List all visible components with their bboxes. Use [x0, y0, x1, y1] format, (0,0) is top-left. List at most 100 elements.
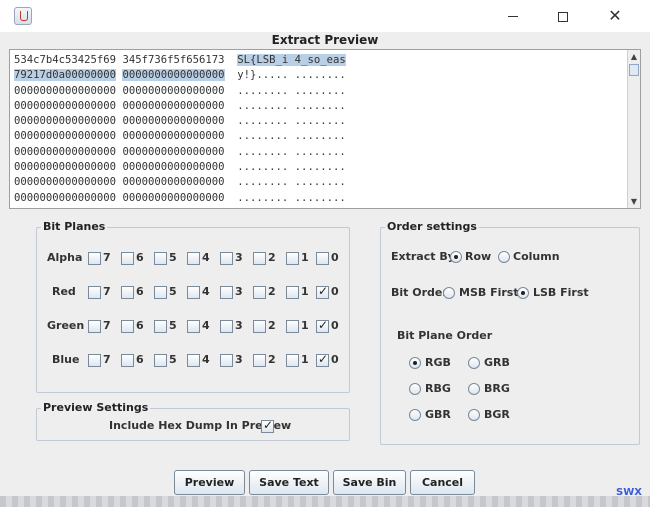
- bit-number-label: 5: [169, 285, 177, 298]
- bitplane-checkbox-red-4[interactable]: [187, 286, 200, 299]
- hex-left: 0000000000000000: [14, 99, 117, 112]
- bit-number-label: 1: [301, 319, 309, 332]
- hex-right: 0000000000000000: [122, 176, 225, 189]
- bitplane-checkbox-alpha-0[interactable]: [316, 252, 329, 265]
- plane-order-rbg-radio[interactable]: [409, 383, 421, 395]
- plane-order-brg-radio[interactable]: [468, 383, 480, 395]
- ascii-text: ........ ........: [237, 99, 346, 112]
- hex-left: 79217d0a00000000: [14, 69, 117, 82]
- preview-button[interactable]: Preview: [174, 470, 245, 495]
- close-button[interactable]: ✕: [592, 0, 638, 32]
- hex-left: 0000000000000000: [14, 176, 117, 189]
- bitplane-checkbox-blue-4[interactable]: [187, 354, 200, 367]
- bit-number-label: 4: [202, 251, 210, 264]
- dialog-heading: Extract Preview: [271, 33, 379, 47]
- bitplane-checkbox-green-4[interactable]: [187, 320, 200, 333]
- bitplane-checkbox-alpha-2[interactable]: [253, 252, 266, 265]
- bitplane-checkbox-blue-6[interactable]: [121, 354, 134, 367]
- ascii-text: ........ ........: [237, 130, 346, 143]
- plane-order-rgb-label: RGB: [425, 356, 451, 369]
- bitplane-checkbox-blue-1[interactable]: [286, 354, 299, 367]
- plane-order-grb-label: GRB: [484, 356, 510, 369]
- order-settings-title: Order settings: [385, 220, 479, 233]
- bitplane-checkbox-red-5[interactable]: [154, 286, 167, 299]
- bitplane-checkbox-green-6[interactable]: [121, 320, 134, 333]
- bitplane-checkbox-green-3[interactable]: [220, 320, 233, 333]
- ascii-text: ........ ........: [237, 145, 346, 158]
- bit-plane-order-label: Bit Plane Order: [397, 329, 493, 342]
- scroll-down-icon[interactable]: ▼: [628, 195, 640, 208]
- bitplane-checkbox-blue-2[interactable]: [253, 354, 266, 367]
- bitplane-checkbox-alpha-3[interactable]: [220, 252, 233, 265]
- bit-number-label: 4: [202, 319, 210, 332]
- bitplane-checkbox-green-0[interactable]: [316, 318, 329, 333]
- save-text-button[interactable]: Save Text: [249, 470, 329, 495]
- ascii-text: ........ ........: [237, 115, 346, 128]
- extract-by-column-radio[interactable]: [498, 251, 510, 263]
- preview-scrollbar[interactable]: ▲ ▼: [627, 50, 640, 208]
- bit-number-label: 6: [136, 285, 144, 298]
- preview-line: 0000000000000000 0000000000000000 ......…: [14, 175, 346, 190]
- bitplane-checkbox-red-2[interactable]: [253, 286, 266, 299]
- ascii-text: SL{LSB_i 4_so_eas: [237, 54, 346, 66]
- preview-line: 0000000000000000 0000000000000000 ......…: [14, 114, 346, 129]
- plane-order-rgb-radio[interactable]: [409, 357, 421, 369]
- background-strip: [0, 496, 650, 507]
- bitplane-checkbox-green-1[interactable]: [286, 320, 299, 333]
- bit-planes-title: Bit Planes: [41, 220, 108, 233]
- bitplane-checkbox-red-0[interactable]: [316, 284, 329, 299]
- bit-number-label: 5: [169, 353, 177, 366]
- bitplane-checkbox-green-7[interactable]: [88, 320, 101, 333]
- bit-number-label: 7: [103, 285, 111, 298]
- bitplane-checkbox-green-5[interactable]: [154, 320, 167, 333]
- bitplane-checkbox-alpha-4[interactable]: [187, 252, 200, 265]
- bitplane-row-label: Green: [47, 319, 85, 332]
- plane-order-grb-radio[interactable]: [468, 357, 480, 369]
- bitplane-checkbox-blue-7[interactable]: [88, 354, 101, 367]
- bitplane-checkbox-green-2[interactable]: [253, 320, 266, 333]
- bit-number-label: 2: [268, 319, 276, 332]
- scroll-thumb[interactable]: [629, 64, 639, 76]
- bit-number-label: 6: [136, 251, 144, 264]
- msb-first-radio[interactable]: [443, 287, 455, 299]
- preview-line: 0000000000000000 0000000000000000 ......…: [14, 99, 346, 114]
- extract-by-row-label: Row: [465, 250, 492, 263]
- bitplane-checkbox-blue-5[interactable]: [154, 354, 167, 367]
- bitplane-checkbox-alpha-6[interactable]: [121, 252, 134, 265]
- bitplane-checkbox-red-7[interactable]: [88, 286, 101, 299]
- extract-by-row-radio[interactable]: [450, 251, 462, 263]
- minimize-button[interactable]: [490, 0, 536, 32]
- hex-right: 0000000000000000: [122, 130, 225, 143]
- bitplane-checkbox-red-1[interactable]: [286, 286, 299, 299]
- cancel-button[interactable]: Cancel: [410, 470, 475, 495]
- lsb-first-radio[interactable]: [517, 287, 529, 299]
- plane-order-gbr-label: GBR: [425, 408, 451, 421]
- bit-number-label: 0: [331, 285, 339, 298]
- bit-number-label: 1: [301, 353, 309, 366]
- hexdump-checkbox[interactable]: [261, 418, 274, 433]
- scroll-up-icon[interactable]: ▲: [628, 50, 640, 63]
- plane-order-brg-label: BRG: [484, 382, 510, 395]
- bitplane-checkbox-alpha-1[interactable]: [286, 252, 299, 265]
- bit-number-label: 5: [169, 319, 177, 332]
- msb-first-label: MSB First: [459, 286, 519, 299]
- maximize-icon: [558, 11, 568, 22]
- bitplane-checkbox-alpha-5[interactable]: [154, 252, 167, 265]
- plane-order-gbr-radio[interactable]: [409, 409, 421, 421]
- bit-number-label: 4: [202, 353, 210, 366]
- bitplane-checkbox-red-3[interactable]: [220, 286, 233, 299]
- bitplane-checkbox-red-6[interactable]: [121, 286, 134, 299]
- preview-line: 534c7b4c53425f69 345f736f5f656173 SL{LSB…: [14, 53, 346, 68]
- maximize-button[interactable]: [540, 0, 586, 32]
- bit-number-label: 3: [235, 285, 243, 298]
- bitplane-row-label: Alpha: [47, 251, 83, 264]
- ascii-text: ........ ........: [237, 84, 346, 97]
- save-bin-button[interactable]: Save Bin: [333, 470, 406, 495]
- hex-left: 0000000000000000: [14, 145, 117, 158]
- bitplane-checkbox-alpha-7[interactable]: [88, 252, 101, 265]
- bitplane-checkbox-blue-0[interactable]: [316, 352, 329, 367]
- extract-preview-area[interactable]: 534c7b4c53425f69 345f736f5f656173 SL{LSB…: [9, 49, 641, 209]
- plane-order-bgr-radio[interactable]: [468, 409, 480, 421]
- bit-number-label: 7: [103, 251, 111, 264]
- bitplane-checkbox-blue-3[interactable]: [220, 354, 233, 367]
